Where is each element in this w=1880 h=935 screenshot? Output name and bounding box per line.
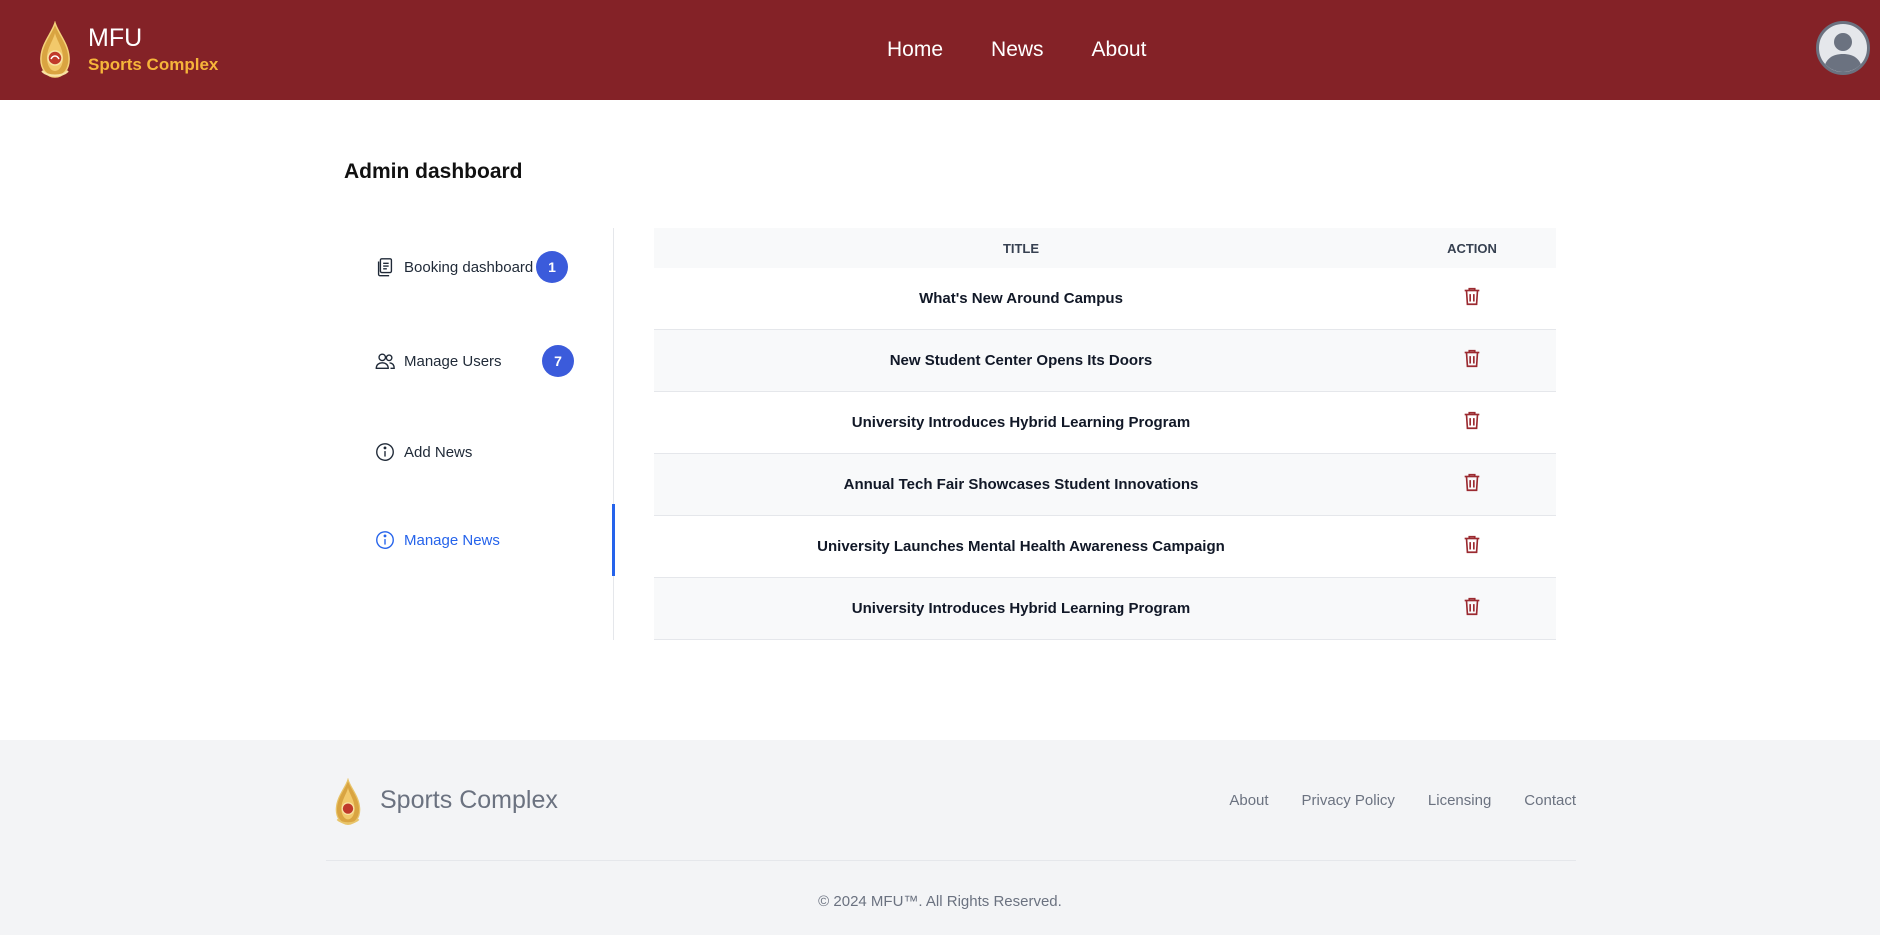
sidebar-item-add-news[interactable]: Add News bbox=[374, 436, 472, 468]
table-row: University Launches Mental Health Awaren… bbox=[654, 516, 1556, 578]
nav-about-link[interactable]: About bbox=[1092, 36, 1147, 64]
table-header: Title Action bbox=[654, 228, 1556, 268]
sidebar-item-booking-dashboard[interactable]: Booking dashboard bbox=[374, 251, 533, 283]
sidebar-item-label: Manage Users bbox=[404, 352, 502, 370]
news-title-cell: University Launches Mental Health Awaren… bbox=[817, 538, 1225, 555]
trash-icon[interactable] bbox=[1461, 409, 1483, 431]
table-row: New Student Center Opens Its Doors bbox=[654, 330, 1556, 392]
active-indicator bbox=[612, 504, 615, 576]
trash-icon[interactable] bbox=[1461, 471, 1483, 493]
footer-divider bbox=[326, 860, 1576, 861]
nav-news-link[interactable]: News bbox=[991, 36, 1044, 64]
mfu-logo-icon[interactable] bbox=[332, 778, 364, 826]
sidebar-item-manage-news[interactable]: Manage News bbox=[374, 524, 500, 556]
news-title-cell: University Introduces Hybrid Learning Pr… bbox=[851, 414, 1191, 431]
news-title-cell: New Student Center Opens Its Doors bbox=[889, 352, 1153, 369]
table-row: Annual Tech Fair Showcases Student Innov… bbox=[654, 454, 1556, 516]
document-copy-icon bbox=[377, 258, 393, 277]
brand[interactable]: MFU Sports Complex bbox=[36, 20, 218, 80]
copyright-text: © 2024 MFU™. All Rights Reserved. bbox=[818, 893, 1062, 910]
footer-link-about[interactable]: About bbox=[1229, 792, 1268, 809]
mfu-logo-icon bbox=[40, 21, 70, 78]
user-avatar-icon bbox=[1823, 33, 1863, 72]
users-icon bbox=[375, 353, 395, 370]
table-row: University Introduces Hybrid Learning Pr… bbox=[654, 578, 1556, 640]
table-row: What's New Around Campus bbox=[654, 268, 1556, 330]
trash-icon[interactable] bbox=[1461, 347, 1483, 369]
main-nav: Home News About bbox=[887, 36, 1194, 64]
info-icon bbox=[376, 531, 394, 549]
nav-home-link[interactable]: Home bbox=[887, 36, 943, 64]
sidebar-item-label: Manage News bbox=[404, 531, 500, 549]
admin-sidebar: Booking dashboard 1 Manage Users 7 Add N… bbox=[344, 228, 615, 640]
news-title-cell: What's New Around Campus bbox=[919, 290, 1123, 307]
column-header-action: Action bbox=[1447, 240, 1497, 256]
footer-link-privacy-policy[interactable]: Privacy Policy bbox=[1302, 792, 1395, 809]
news-table: Title Action What's New Around Campus Ne… bbox=[654, 228, 1556, 640]
user-avatar-button[interactable] bbox=[1816, 21, 1870, 75]
table-row: University Introduces Hybrid Learning Pr… bbox=[654, 392, 1556, 454]
footer-brand[interactable]: Sports Complex bbox=[380, 786, 558, 815]
sidebar-item-manage-users[interactable]: Manage Users bbox=[374, 345, 502, 377]
footer-link-contact[interactable]: Contact bbox=[1524, 792, 1576, 809]
top-navbar: MFU Sports Complex Home News About bbox=[0, 0, 1880, 100]
news-title-cell: Annual Tech Fair Showcases Student Innov… bbox=[843, 476, 1199, 493]
sidebar-item-label: Booking dashboard bbox=[404, 258, 534, 276]
trash-icon[interactable] bbox=[1461, 285, 1483, 307]
users-count-badge: 7 bbox=[542, 345, 574, 377]
column-header-title: Title bbox=[1002, 240, 1040, 256]
booking-count-badge: 1 bbox=[536, 251, 568, 283]
site-footer: Sports Complex About Privacy Policy Lice… bbox=[0, 740, 1880, 935]
brand-title: MFU bbox=[88, 24, 143, 52]
page-title: Admin dashboard bbox=[344, 160, 523, 183]
trash-icon[interactable] bbox=[1461, 595, 1483, 617]
brand-subtitle: Sports Complex bbox=[88, 55, 219, 74]
info-icon bbox=[376, 443, 394, 461]
footer-link-licensing[interactable]: Licensing bbox=[1428, 792, 1491, 809]
footer-links: About Privacy Policy Licensing Contact bbox=[1196, 792, 1576, 809]
trash-icon[interactable] bbox=[1461, 533, 1483, 555]
news-title-cell: University Introduces Hybrid Learning Pr… bbox=[851, 600, 1191, 617]
sidebar-item-label: Add News bbox=[404, 443, 473, 461]
